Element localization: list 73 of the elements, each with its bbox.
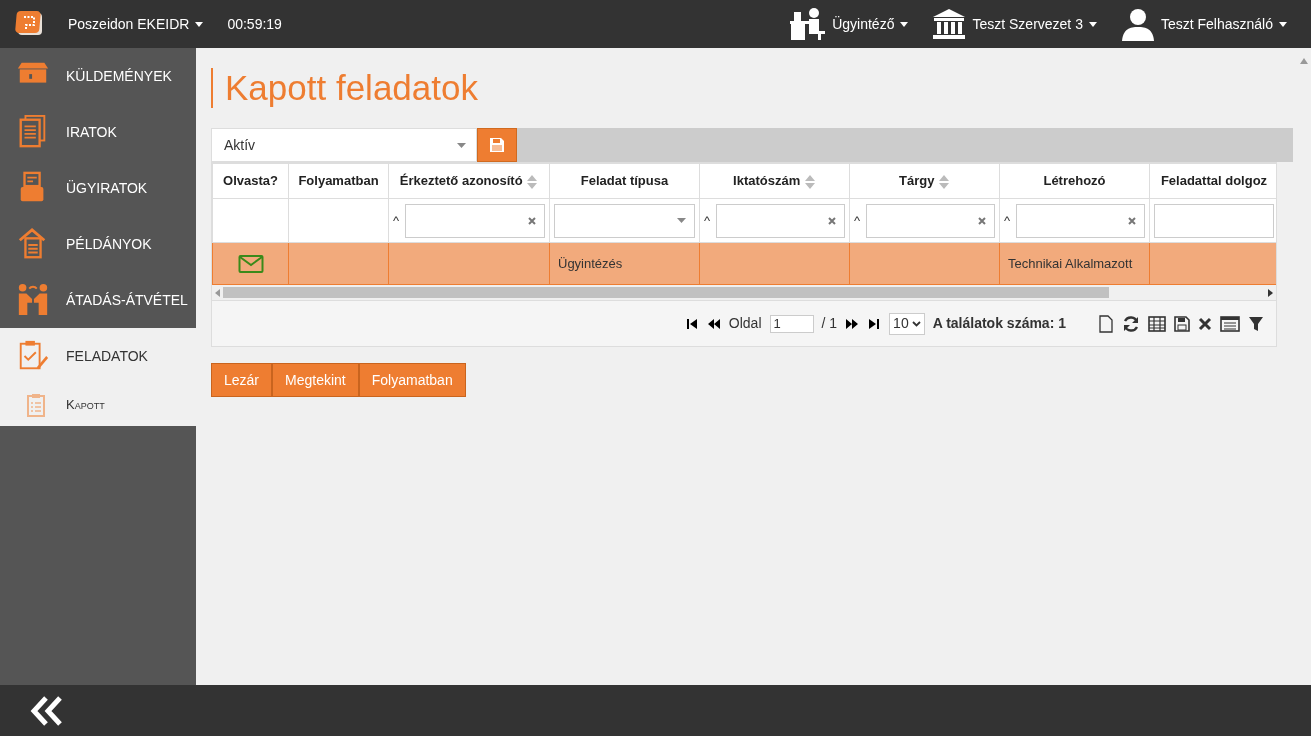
table-row[interactable]: Ügyintézés Technikai Alkalmazott [212, 242, 1276, 285]
logo-icon [15, 10, 45, 38]
new-document-icon[interactable] [1098, 314, 1114, 333]
header-menu[interactable]: Ügyintéző [790, 7, 909, 41]
filter-icon[interactable] [1248, 315, 1264, 332]
dropdown-arrow-icon [457, 142, 466, 148]
last-page-icon[interactable] [867, 316, 882, 331]
column-header: Folyamatban [288, 163, 389, 199]
building-icon [932, 8, 967, 40]
scroll-up-icon[interactable] [1299, 58, 1308, 65]
chevron-down-icon [911, 320, 921, 327]
filter-field[interactable] [866, 203, 995, 238]
column-header: Feladattal dolgoz [1149, 163, 1276, 199]
column-header[interactable]: Érkeztető azonosító [388, 163, 550, 199]
sort-icon [803, 173, 816, 190]
header-menu[interactable]: Teszt Felhasználó [1120, 7, 1287, 41]
clear-icon[interactable] [978, 216, 986, 225]
column-header[interactable]: Iktatószám [699, 163, 850, 199]
table-icon[interactable] [1148, 315, 1166, 332]
desk-worker-icon [790, 7, 827, 41]
sidebar-item[interactable]: IRATOK [0, 104, 196, 160]
horizontal-scrollbar[interactable] [212, 285, 1276, 300]
table-cell: Ügyintézés [558, 255, 623, 271]
page-size-select[interactable]: 10 [889, 312, 925, 335]
scroll-left-icon[interactable] [215, 288, 221, 297]
next-page-icon[interactable] [845, 316, 860, 331]
page-label: Oldal [728, 314, 762, 333]
column-header: Létrehozó [999, 163, 1150, 199]
clear-icon[interactable] [528, 216, 536, 225]
match-prefix: ^ [393, 211, 400, 230]
filter-field[interactable] [1154, 203, 1274, 238]
result-count: A találatok száma: 1 [932, 314, 1066, 333]
sidebar-item[interactable]: ÁTADÁS-ÁTVÉTEL [0, 272, 196, 328]
app-menu[interactable]: Poszeidon EKEIDR [68, 13, 204, 35]
floppy-icon [489, 137, 505, 153]
sidebar-item[interactable]: ÜGYIRATOK [0, 160, 196, 216]
clear-icon[interactable] [1128, 216, 1136, 225]
sidebar-item[interactable]: FELADATOK [0, 328, 196, 384]
scroll-right-icon[interactable] [1267, 288, 1273, 297]
match-prefix: ^ [854, 211, 861, 230]
user-icon [1120, 7, 1155, 41]
column-header: Feladat típusa [549, 163, 700, 199]
clipboard-list-icon [26, 393, 46, 417]
sidebar-item[interactable]: KÜLDEMÉNYEK [0, 48, 196, 104]
page-title: Kapott feladatok [211, 68, 1293, 108]
match-prefix: ^ [1004, 211, 1011, 230]
filter-field[interactable] [1016, 203, 1145, 238]
filter-select[interactable]: Aktív [211, 128, 477, 162]
sort-icon [526, 173, 539, 190]
sort-icon [938, 173, 950, 190]
header-menu[interactable]: Teszt Szervezet 3 [932, 8, 1097, 40]
previous-page-icon[interactable] [706, 316, 721, 331]
page-total: / 1 [821, 314, 838, 333]
filter-field[interactable] [716, 203, 845, 238]
save-filter-button[interactable] [477, 128, 517, 162]
close-icon[interactable] [1198, 316, 1212, 331]
dropdown-arrow-icon [677, 218, 686, 223]
table-cell: Technikai Alkalmazott [1008, 255, 1133, 271]
clear-icon[interactable] [828, 216, 836, 225]
list-icon[interactable] [1220, 315, 1240, 332]
handover-icon [16, 283, 50, 317]
floppy-icon[interactable] [1174, 315, 1190, 332]
refresh-icon[interactable] [1122, 314, 1140, 333]
collapse-icon[interactable] [30, 695, 64, 726]
filter-field[interactable] [405, 203, 545, 238]
page-field[interactable]: 1 [769, 314, 814, 333]
column-header: Olvasta? [212, 163, 289, 199]
sidebar-item[interactable]: PÉLDÁNYOK [0, 216, 196, 272]
first-page-icon[interactable] [684, 316, 699, 331]
session-timer: 00:59:19 [227, 14, 282, 34]
sidebar-subitem[interactable]: Kapott [0, 384, 196, 426]
column-header[interactable]: Tárgy [849, 163, 1000, 199]
match-prefix: ^ [704, 211, 711, 230]
